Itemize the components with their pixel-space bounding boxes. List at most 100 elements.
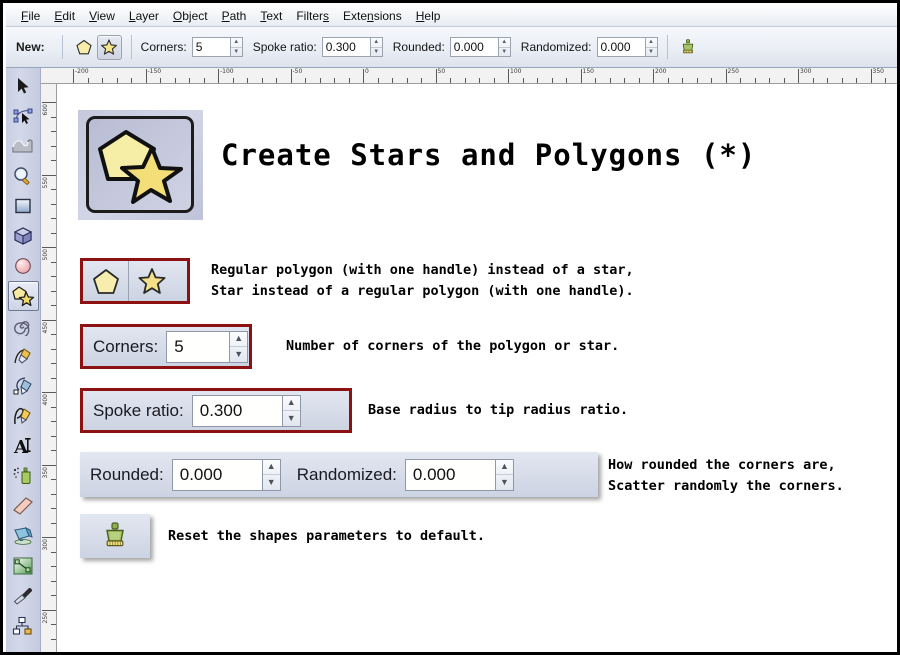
corners-spin-down-icon[interactable]: ▼	[231, 48, 242, 57]
toolbar-corners-stepper[interactable]: ▲ ▼	[191, 37, 243, 57]
gradient-icon	[13, 557, 33, 575]
toolbar-spoke-stepper[interactable]: ▲ ▼	[321, 37, 383, 57]
tool-rectangle[interactable]	[8, 191, 39, 221]
toolbar-rounded-input[interactable]	[449, 37, 498, 57]
randomized-spin-up-icon[interactable]: ▲	[645, 38, 657, 48]
help-star-button[interactable]	[129, 261, 175, 301]
reset-bucket-icon	[682, 39, 693, 54]
tool-tweak[interactable]	[8, 131, 39, 161]
tool-calligraphy[interactable]	[8, 401, 39, 431]
help-randomized-stepper[interactable]: 0.000 ▲ ▼	[404, 458, 514, 491]
calligraphy-icon	[14, 407, 31, 425]
toolbar-spoke-spin-buttons[interactable]: ▲ ▼	[369, 37, 383, 57]
help-polygon-button[interactable]	[83, 261, 129, 301]
help-randomized-spin-down-icon[interactable]: ▼	[496, 475, 513, 490]
menu-item-text[interactable]: Text	[253, 7, 289, 25]
tool-paint-bucket[interactable]	[8, 521, 39, 551]
toolbar-randomized-stepper[interactable]: ▲ ▼	[596, 37, 658, 57]
randomized-spin-down-icon[interactable]: ▼	[646, 48, 657, 57]
help-rounded-spin-down-icon[interactable]: ▼	[263, 475, 280, 490]
ruler-tick	[522, 78, 524, 83]
cube-3d-icon	[13, 227, 33, 245]
tool-3d-box[interactable]	[8, 221, 39, 251]
toolbar-corners-input[interactable]	[191, 37, 230, 57]
menu-item-edit[interactable]: Edit	[47, 7, 82, 25]
help-corners-stepper[interactable]: 5 ▲ ▼	[166, 330, 249, 363]
rounded-spin-down-icon[interactable]: ▼	[499, 48, 510, 57]
ruler-tick	[189, 78, 190, 83]
tool-dropper[interactable]	[8, 581, 39, 611]
help-rounded-value[interactable]: 0.000	[171, 458, 262, 491]
corners-spin-up-icon[interactable]: ▲	[230, 38, 242, 48]
help-spoke-value[interactable]: 0.300	[191, 394, 282, 427]
canvas[interactable]: Create Stars and Polygons (*) Regular po…	[58, 84, 897, 652]
help-rounded-spin-buttons[interactable]: ▲ ▼	[261, 458, 281, 491]
rounded-spin-up-icon[interactable]: ▲	[498, 38, 510, 48]
help-rounded-spin-up-icon[interactable]: ▲	[262, 460, 280, 475]
menu-item-layer[interactable]: Layer	[122, 7, 166, 25]
toolbar-randomized-label: Randomized:	[520, 40, 592, 54]
menu-item-extensions[interactable]: Extensions	[336, 7, 409, 25]
help-rounded-stepper[interactable]: 0.000 ▲ ▼	[171, 458, 281, 491]
help-spoke-stepper[interactable]: 0.300 ▲ ▼	[191, 394, 301, 427]
tool-zoom[interactable]	[8, 161, 39, 191]
menu-bar: File Edit View Layer Object Path Text Fi…	[6, 6, 897, 27]
ruler-tick	[51, 435, 56, 437]
tool-node-editor[interactable]	[8, 101, 39, 131]
ruler-tick	[51, 580, 56, 582]
help-corners-spin-down-icon[interactable]: ▼	[230, 347, 247, 362]
help-randomized-spin-buttons[interactable]: ▲ ▼	[494, 458, 514, 491]
toolbar-spoke-input[interactable]	[321, 37, 370, 57]
ruler-tick	[51, 624, 56, 625]
tool-connector[interactable]	[8, 611, 39, 641]
ruler-tick	[51, 218, 56, 219]
menu-item-help[interactable]: Help	[409, 7, 448, 25]
menu-item-path[interactable]: Path	[215, 7, 254, 25]
tool-star[interactable]	[7, 281, 39, 311]
help-spoke-spin-buttons[interactable]: ▲ ▼	[281, 394, 301, 427]
reset-bucket-icon[interactable]	[100, 521, 130, 551]
reset-box	[80, 514, 150, 558]
tool-eraser[interactable]	[8, 491, 39, 521]
toolbar-randomized-input[interactable]	[596, 37, 645, 57]
toolbox: A	[6, 68, 41, 652]
node-editor-icon	[13, 108, 33, 124]
help-randomized-spin-up-icon[interactable]: ▲	[495, 460, 513, 475]
help-corners-value[interactable]: 5	[166, 330, 230, 363]
spoke-spin-up-icon[interactable]: ▲	[370, 38, 382, 48]
spoke-spin-down-icon[interactable]: ▼	[371, 48, 382, 57]
star-polygon-large-icon	[98, 129, 183, 204]
ruler-tick	[51, 551, 56, 553]
tool-bezier-pen[interactable]	[8, 371, 39, 401]
help-randomized-value[interactable]: 0.000	[404, 458, 495, 491]
menu-item-view[interactable]: View	[82, 7, 122, 25]
tool-spiral[interactable]	[8, 311, 39, 341]
menu-item-object[interactable]: Object	[166, 7, 215, 25]
ruler-tick	[856, 78, 857, 83]
menu-item-file[interactable]: File	[14, 7, 47, 25]
ruler-tick	[51, 522, 56, 524]
help-spoke-spin-down-icon[interactable]: ▼	[283, 411, 300, 426]
horizontal-ruler[interactable]: -200 -150 -100 -50 0 50 100 150 200 250 300 350	[41, 68, 897, 84]
toolbar-rounded-spin-buttons[interactable]: ▲ ▼	[497, 37, 511, 57]
tool-text[interactable]: A	[8, 431, 39, 461]
tool-gradient[interactable]	[8, 551, 39, 581]
tool-selector[interactable]	[8, 71, 39, 101]
help-spoke-spin-up-icon[interactable]: ▲	[282, 396, 300, 411]
toolbar-rounded-stepper[interactable]: ▲ ▼	[449, 37, 511, 57]
toolbar-corners-spin-buttons[interactable]: ▲ ▼	[229, 37, 243, 57]
toolbar-star-mode-button[interactable]	[96, 34, 122, 60]
toolbar-polygon-mode-button[interactable]	[72, 35, 97, 60]
help-corners-spin-buttons[interactable]: ▲ ▼	[229, 330, 249, 363]
toolbar-separator-3	[666, 35, 668, 59]
toolbar-reset-button[interactable]	[677, 36, 699, 58]
spiral-icon	[14, 321, 30, 336]
tool-spray[interactable]	[8, 461, 39, 491]
tool-ellipse[interactable]	[8, 251, 39, 281]
menu-item-filters[interactable]: Filters	[289, 7, 336, 25]
vertical-ruler[interactable]: 600 550 500 450 400 350 300 250	[41, 84, 57, 652]
ruler-tick	[102, 78, 103, 83]
help-corners-spin-up-icon[interactable]: ▲	[230, 332, 248, 347]
tool-pencil[interactable]	[8, 341, 39, 371]
toolbar-randomized-spin-buttons[interactable]: ▲ ▼	[644, 37, 658, 57]
